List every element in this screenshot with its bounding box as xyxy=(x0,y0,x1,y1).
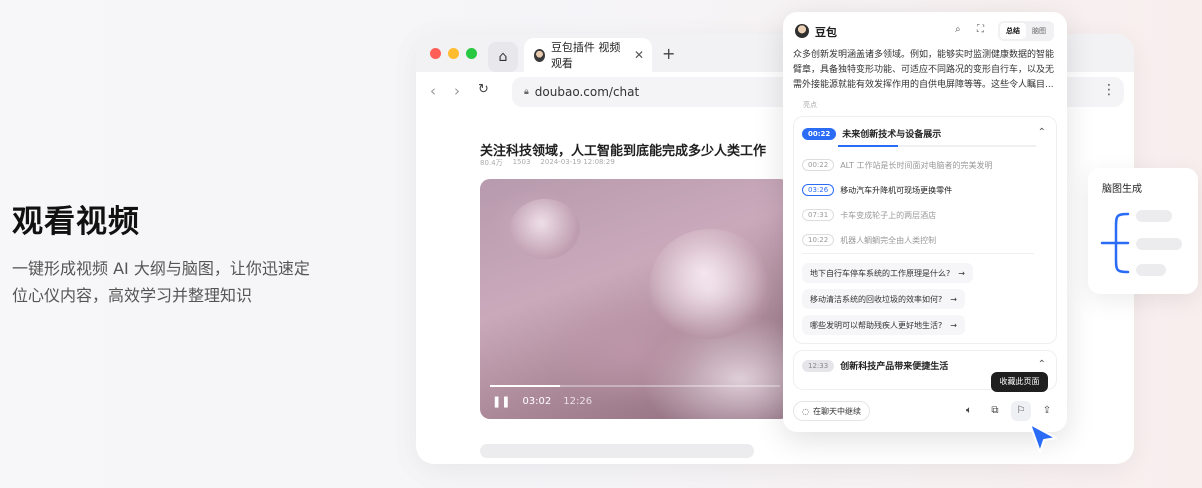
tab-title: 豆包插件 视频观看 xyxy=(550,41,621,70)
hero-description: 一键形成视频 AI 大纲与脑图，让你迅速定 位心仪内容，高效学习并整理知识 xyxy=(12,255,332,309)
continue-chat-label: 在聊天中继续 xyxy=(812,406,861,416)
chapter-card: 00:22 未来创新技术与设备展示 ⌃ 00:22 ALT 工作站是长时间面对电… xyxy=(793,116,1057,344)
article-title: 关注科技领域，人工智能到底能完成多少人类工作 xyxy=(480,144,767,159)
chapter-title: 创新科技产品带来便捷生活 xyxy=(840,362,949,372)
question-text: 地下自行车停车系统的工作原理是什么? xyxy=(810,268,951,278)
chapter-header[interactable]: 12:33 创新科技产品带来便捷生活 xyxy=(802,359,948,372)
item-text: 移动汽车升降机可现场更换零件 xyxy=(840,185,953,195)
chapter-timestamp[interactable]: 12:33 xyxy=(802,359,835,372)
home-icon[interactable]: ⌂ xyxy=(488,42,518,72)
chapter-title: 未来创新技术与设备展示 xyxy=(842,130,942,140)
highlights-label: 亮点 xyxy=(803,101,817,109)
close-window-dot[interactable] xyxy=(430,48,441,59)
hero-desc-line1: 一键形成视频 AI 大纲与脑图，让你迅速定 xyxy=(12,259,310,278)
article-meta: 80.4万 1503 2024-03-19 12:08:29 xyxy=(480,158,615,168)
suggested-question[interactable]: 地下自行车停车系统的工作原理是什么? → xyxy=(802,263,973,283)
tab-doubao-video[interactable]: 豆包插件 视频观看 ✕ xyxy=(524,38,652,72)
view-switcher: 总结 脑图 xyxy=(998,21,1054,41)
item-text: 机器人鲷鲷完全由人类控制 xyxy=(840,235,937,245)
chapter-header[interactable]: 00:22 未来创新技术与设备展示 xyxy=(802,127,941,140)
video-progress-bar[interactable] xyxy=(490,385,780,387)
item-timestamp[interactable]: 00:22 xyxy=(802,159,835,171)
hero-title: 观看视频 xyxy=(12,204,140,240)
tab-summary[interactable]: 总结 xyxy=(1000,23,1026,39)
comment-count: 1503 xyxy=(512,158,531,166)
continue-in-chat-button[interactable]: ◌ 在聊天中继续 xyxy=(793,401,870,421)
tab-mindmap[interactable]: 脑图 xyxy=(1026,23,1052,39)
back-icon[interactable]: ‹ xyxy=(430,82,436,100)
hero-section: 观看视频 一键形成视频 AI 大纲与脑图，让你迅速定 位心仪内容，高效学习并整理… xyxy=(12,196,332,309)
item-text: ALT 工作站是长时间面对电脑者的完美发明 xyxy=(840,160,993,170)
mindmap-node xyxy=(1136,210,1172,222)
doubao-side-panel: 豆包 ⌕ ⛶ 总结 脑图 众多创新发明涵盖诸多领域。例如，能够实时监测健康数据的… xyxy=(783,12,1067,432)
summary-text: 众多创新发明涵盖诸多领域。例如，能够实时监测健康数据的智能 臂章，具备独特变形功… xyxy=(793,48,1059,93)
mindmap-card-title: 脑图生成 xyxy=(1102,184,1142,195)
hero-desc-line2: 位心仪内容，高效学习并整理知识 xyxy=(12,286,253,305)
share-icon[interactable]: ⇪ xyxy=(1037,401,1057,421)
item-timestamp[interactable]: 03:26 xyxy=(802,184,835,196)
copy-icon[interactable]: ⧉ xyxy=(985,401,1005,421)
summary-line1: 众多创新发明涵盖诸多领域。例如，能够实时监测健康数据的智能 xyxy=(793,50,1055,60)
view-count: 80.4万 xyxy=(480,159,503,167)
bookmark-icon[interactable]: ⚐ xyxy=(1011,401,1031,421)
minimize-window-dot[interactable] xyxy=(448,48,459,59)
pause-icon[interactable]: ❚❚ xyxy=(492,395,510,408)
list-item-active[interactable]: 03:26 移动汽车升降机可现场更换零件 xyxy=(802,184,952,196)
panel-title: 豆包 xyxy=(815,26,837,39)
current-time: 03:02 xyxy=(522,396,552,407)
new-tab-icon[interactable]: + xyxy=(662,44,675,63)
doubao-avatar-icon xyxy=(534,48,545,62)
chapter-timestamp[interactable]: 00:22 xyxy=(802,127,837,140)
close-tab-icon[interactable]: ✕ xyxy=(634,48,644,62)
suggested-question[interactable]: 哪些发明可以帮助残疾人更好地生活? → xyxy=(802,315,965,335)
list-item[interactable]: 07:31 卡车变成轮子上的两层酒店 xyxy=(802,209,936,221)
fullscreen-icon[interactable]: ⛶ xyxy=(977,24,984,35)
chapter-progress xyxy=(838,145,1036,147)
url-text: doubao.com/chat xyxy=(534,85,640,99)
video-progress-fill xyxy=(490,385,560,387)
search-icon[interactable]: ⌕ xyxy=(955,24,961,35)
summary-line3: 需外接能源就能有效发挥作用的自供电屏障等等。这些令人瞩目... xyxy=(793,80,1054,90)
arrow-right-icon: → xyxy=(958,268,965,278)
chevron-up-icon[interactable]: ⌃ xyxy=(1038,359,1046,370)
mindmap-node xyxy=(1136,264,1166,276)
mindmap-card: 脑图生成 xyxy=(1088,168,1198,294)
list-item[interactable]: 00:22 ALT 工作站是长时间面对电脑者的完美发明 xyxy=(802,159,992,171)
item-text: 卡车变成轮子上的两层酒店 xyxy=(840,210,937,220)
question-text: 移动清洁系统的回收垃圾的效率如何? xyxy=(810,294,943,304)
cursor-pointer-icon xyxy=(1029,423,1057,453)
arrow-right-icon: → xyxy=(950,320,957,330)
video-frame-jellyfish xyxy=(510,199,580,259)
window-controls xyxy=(430,48,477,59)
divider xyxy=(802,253,1034,254)
placeholder-bar xyxy=(480,444,754,458)
speaker-icon[interactable]: 🔈︎ xyxy=(959,401,979,421)
item-timestamp[interactable]: 10:22 xyxy=(802,234,835,246)
video-controls: ❚❚ 03:02 12:26 xyxy=(492,395,592,408)
forward-icon[interactable]: › xyxy=(454,82,460,100)
duration: 12:26 xyxy=(563,396,593,407)
chat-bubble-icon: ◌ xyxy=(802,406,809,416)
more-menu-icon[interactable]: ⋮ xyxy=(1102,82,1116,98)
lock-icon: 🔒︎ xyxy=(524,87,529,97)
video-player[interactable]: ❚❚ 03:02 12:26 xyxy=(480,179,790,419)
mindmap-bracket-icon xyxy=(1100,212,1130,274)
list-item[interactable]: 10:22 机器人鲷鲷完全由人类控制 xyxy=(802,234,936,246)
mindmap-node xyxy=(1136,238,1182,250)
suggested-question[interactable]: 移动清洁系统的回收垃圾的效率如何? → xyxy=(802,289,965,309)
chevron-up-icon[interactable]: ⌃ xyxy=(1038,127,1046,138)
doubao-avatar-icon xyxy=(795,24,809,38)
item-timestamp[interactable]: 07:31 xyxy=(802,209,835,221)
reload-icon[interactable]: ↻ xyxy=(478,82,489,97)
question-text: 哪些发明可以帮助残疾人更好地生活? xyxy=(810,320,943,330)
video-frame-jellyfish-large xyxy=(650,229,770,339)
maximize-window-dot[interactable] xyxy=(466,48,477,59)
publish-date: 2024-03-19 12:08:29 xyxy=(540,158,615,166)
arrow-right-icon: → xyxy=(950,294,957,304)
bookmark-tooltip: 收藏此页面 xyxy=(991,372,1048,392)
summary-line2: 臂章，具备独特变形功能、可适应不同路况的变形自行车，以及无 xyxy=(793,65,1055,75)
